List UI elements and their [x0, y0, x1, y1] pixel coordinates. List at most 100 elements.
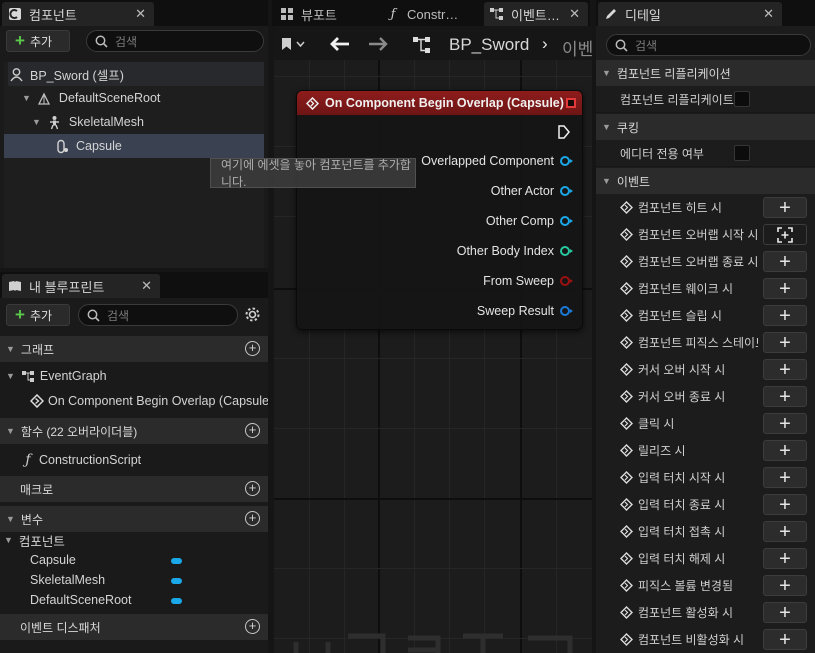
add-event-button[interactable]: + — [763, 467, 807, 488]
event-node-item[interactable]: On Component Begin Overlap (Capsule) — [30, 389, 268, 413]
object-pin-icon[interactable] — [560, 216, 573, 226]
add-event-button[interactable]: + — [763, 602, 807, 623]
add-event-button[interactable]: + — [763, 521, 807, 542]
event-label: 입력 터치 시작 시 — [638, 471, 726, 485]
pin-other-actor[interactable]: Other Actor — [491, 183, 573, 199]
back-arrow-icon[interactable] — [330, 37, 350, 54]
pin-other-comp[interactable]: Other Comp — [486, 213, 573, 229]
pin-from-sweep[interactable]: From Sweep — [483, 273, 573, 289]
event-graph-item[interactable]: ▼ EventGraph — [6, 364, 268, 388]
add-function-button[interactable]: + — [245, 423, 260, 438]
event-diamond-icon — [30, 393, 44, 409]
add-graph-button[interactable]: + — [245, 341, 260, 356]
add-event-button[interactable]: + — [763, 413, 807, 434]
section-events-label: 이벤트 — [616, 174, 651, 189]
forward-arrow-icon[interactable] — [368, 37, 388, 54]
tab-viewport[interactable]: 뷰포트 — [274, 2, 370, 26]
section-event-dispatchers[interactable]: 이벤트 디스패처 + — [0, 614, 268, 640]
add-event-button[interactable]: + — [763, 251, 807, 272]
tab-construction-script[interactable]: ƒ Constr… — [380, 2, 480, 26]
add-event-button[interactable]: + — [763, 440, 807, 461]
grid-line — [274, 428, 592, 429]
variable-item-skeletal-mesh[interactable]: SkeletalMesh — [30, 570, 268, 590]
add-event-button[interactable] — [763, 224, 807, 245]
tree-item-capsule[interactable]: Capsule — [4, 134, 264, 158]
tab-my-blueprint-label: 내 블루프린트 — [29, 279, 105, 295]
add-component-button[interactable]: + 추가 — [6, 30, 70, 52]
add-event-button[interactable]: + — [763, 548, 807, 569]
section-variables[interactable]: ▼ 변수 + — [0, 506, 268, 532]
variable-category-components[interactable]: ▼ 컴포넌트 — [4, 530, 268, 550]
node-delegate-pin[interactable] — [566, 98, 576, 108]
variable-item-default-scene-root[interactable]: DefaultSceneRoot — [30, 590, 268, 610]
add-event-button[interactable]: + — [763, 386, 807, 407]
details-search-input[interactable]: 검색 — [606, 34, 811, 56]
section-component-replication[interactable]: ▼ 컴포넌트 리플리케이션 — [596, 60, 815, 86]
pin-other-body-index[interactable]: Other Body Index — [457, 243, 573, 259]
components-search-input[interactable]: 검색 — [86, 30, 264, 52]
close-icon[interactable]: ✕ — [141, 278, 152, 294]
add-macro-button[interactable]: + — [245, 481, 260, 496]
add-variable-button[interactable]: + — [245, 511, 260, 526]
boolean-pin-icon[interactable] — [560, 276, 573, 286]
tree-item-bp-sword[interactable]: BP_Sword (셀프) — [8, 62, 264, 86]
skeletal-mesh-icon — [47, 114, 63, 130]
pin-overlapped-component[interactable]: Overlapped Component — [421, 153, 573, 169]
editor-only-checkbox[interactable] — [734, 145, 750, 161]
close-icon[interactable]: ✕ — [135, 6, 146, 22]
add-event-button[interactable]: + — [763, 305, 807, 326]
plus-icon: + — [779, 196, 791, 219]
add-event-button[interactable]: + — [763, 332, 807, 353]
add-event-button[interactable]: + — [763, 197, 807, 218]
object-pin-icon[interactable] — [560, 186, 573, 196]
replicates-checkbox[interactable] — [734, 91, 750, 107]
integer-pin-icon[interactable] — [560, 246, 573, 256]
tab-details-label: 디테일 — [625, 7, 661, 23]
event-graph-canvas[interactable]: BP_Sword › 이벤 On Component Begin Overlap… — [274, 26, 592, 653]
section-graph[interactable]: ▼ 그래프 + — [0, 336, 268, 362]
bookmark-icon[interactable] — [281, 37, 305, 54]
gear-icon[interactable] — [244, 306, 261, 326]
tree-item-skeletal-mesh[interactable]: ▼ SkeletalMesh — [32, 110, 264, 134]
add-event-button[interactable]: + — [763, 359, 807, 380]
section-macros[interactable]: 매크로 + — [0, 476, 268, 502]
construction-script-item[interactable]: ƒ ConstructionScript — [20, 448, 268, 472]
close-icon[interactable]: ✕ — [763, 6, 774, 22]
blueprint-search-input[interactable]: 검색 — [78, 304, 238, 326]
tab-event-graph[interactable]: 이벤트… ✕ — [484, 2, 588, 26]
event-node-header[interactable]: On Component Begin Overlap (Capsule) — [297, 91, 582, 115]
viewport-icon — [280, 7, 294, 21]
section-events[interactable]: ▼ 이벤트 — [596, 168, 815, 194]
event-row: 입력 터치 접촉 시 + — [596, 518, 815, 545]
add-event-button[interactable]: + — [763, 575, 807, 596]
scene-root-icon — [37, 90, 53, 106]
pin-sweep-result[interactable]: Sweep Result — [477, 303, 573, 319]
object-pin-icon[interactable] — [560, 156, 573, 166]
exec-pin-icon[interactable] — [558, 125, 570, 142]
breadcrumb-current[interactable]: 이벤 — [562, 35, 592, 60]
breadcrumb-root[interactable]: BP_Sword — [449, 35, 529, 55]
section-functions[interactable]: ▼ 함수 (22 오버라이더블) + — [0, 418, 268, 444]
components-tab-strip: 컴포넌트 ✕ — [0, 0, 268, 26]
add-event-button[interactable]: + — [763, 629, 807, 650]
component-icon — [8, 7, 22, 21]
event-node[interactable]: On Component Begin Overlap (Capsule) Ove… — [296, 90, 583, 330]
add-event-button[interactable]: + — [763, 278, 807, 299]
add-event-dispatcher-button[interactable]: + — [245, 619, 260, 634]
tab-my-blueprint[interactable]: 내 블루프린트 ✕ — [2, 274, 160, 298]
tab-components-label: 컴포넌트 — [29, 7, 77, 23]
tab-details[interactable]: 디테일 ✕ — [598, 2, 782, 26]
plus-icon: + — [15, 305, 25, 324]
tree-item-label: Capsule — [76, 139, 122, 153]
add-blueprint-item-button[interactable]: + 추가 — [6, 304, 70, 326]
section-functions-label: 함수 (22 오버라이더블) — [20, 424, 138, 439]
variable-item-capsule[interactable]: Capsule — [30, 550, 268, 570]
event-row: 입력 터치 시작 시 + — [596, 464, 815, 491]
tab-components[interactable]: 컴포넌트 ✕ — [2, 2, 154, 26]
close-icon[interactable]: ✕ — [569, 6, 580, 22]
breadcrumb-separator-icon: › — [542, 34, 548, 53]
tree-item-default-scene-root[interactable]: ▼ DefaultSceneRoot — [22, 86, 264, 110]
struct-pin-icon[interactable] — [560, 306, 573, 316]
section-cooking[interactable]: ▼ 쿠킹 — [596, 114, 815, 140]
add-event-button[interactable]: + — [763, 494, 807, 515]
